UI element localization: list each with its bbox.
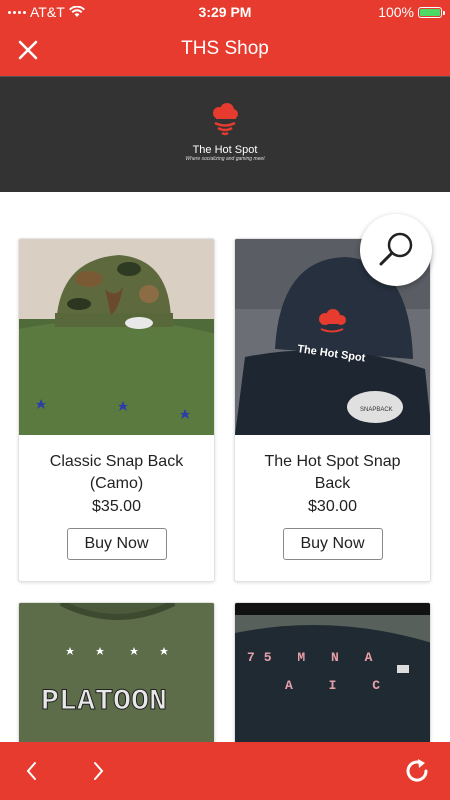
shop-logo: The Hot Spot Where socializing and gamin… — [0, 103, 450, 162]
buy-now-button[interactable]: Buy Now — [282, 528, 383, 560]
product-grid: Classic Snap Back (Camo) $35.00 Buy Now … — [0, 192, 450, 742]
battery-group: 100% — [378, 4, 445, 20]
refresh-icon[interactable] — [402, 756, 432, 786]
battery-percent: 100% — [378, 4, 414, 20]
chevron-left-icon[interactable] — [20, 759, 44, 783]
product-price: $30.00 — [308, 498, 357, 515]
product-image-camo-cap[interactable] — [19, 239, 214, 435]
product-image-maniac-shirt[interactable]: 75 M N A A I C — [235, 603, 430, 742]
shirt-print-line1: 75 M N A — [247, 650, 381, 665]
page-title: THS Shop — [181, 38, 269, 59]
product-name: Classic Snap Back (Camo) — [49, 453, 184, 492]
app-header: THS Shop — [0, 24, 450, 76]
battery-icon — [418, 6, 445, 18]
status-bar: AT&T 3:29 PM 100% — [0, 0, 450, 24]
bottom-nav — [0, 742, 450, 800]
search-icon — [379, 232, 413, 266]
product-card[interactable]: PLATOON — [18, 602, 215, 742]
cap-sticker: SNAPBACK — [360, 407, 393, 413]
product-name: The Hot Spot Snap Back — [264, 453, 401, 492]
logo-name: The Hot Spot — [192, 144, 258, 156]
shirt-print: PLATOON — [41, 685, 167, 719]
search-button[interactable] — [360, 214, 432, 286]
chevron-right-icon[interactable] — [86, 759, 110, 783]
logo-tagline: Where socializing and gaming meet — [185, 156, 265, 162]
logo-cloud-icon — [213, 103, 238, 136]
product-card[interactable]: Classic Snap Back (Camo) $35.00 Buy Now — [18, 238, 215, 582]
shop-banner: The Hot Spot Where socializing and gamin… — [0, 76, 450, 192]
product-price: $35.00 — [92, 498, 141, 515]
product-card[interactable]: 75 M N A A I C — [234, 602, 431, 742]
product-card[interactable]: The Hot Spot SNAPBACK The Hot Spot Snap … — [234, 238, 431, 582]
buy-now-button[interactable]: Buy Now — [66, 528, 167, 560]
product-image-platoon-shirt[interactable]: PLATOON — [19, 603, 214, 742]
shirt-print-line2: A I C — [285, 678, 394, 693]
